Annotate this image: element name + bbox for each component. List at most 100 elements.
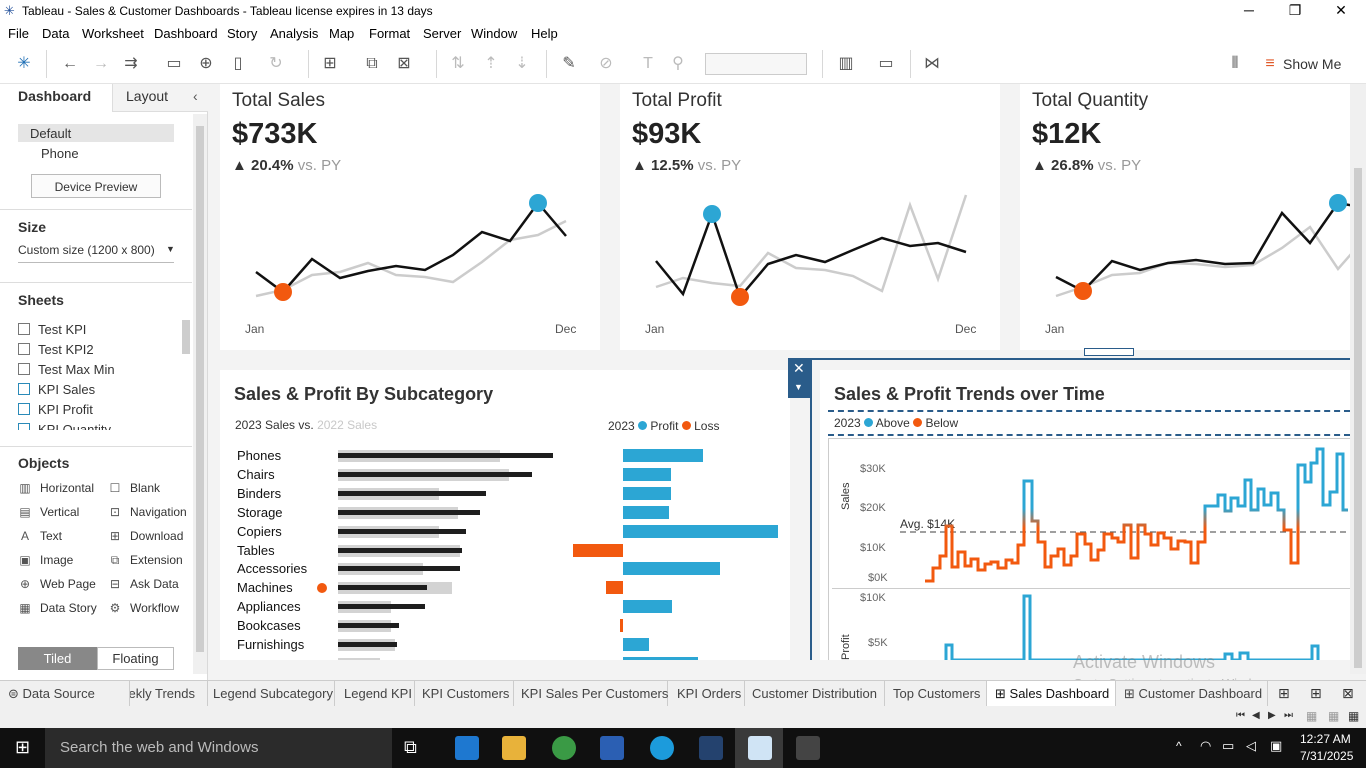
sheet-kpi-quantity[interactable]: KPI Quantity — [18, 422, 111, 430]
volume-icon[interactable]: ◁ — [1246, 738, 1256, 754]
tab-top-customers[interactable]: Top Customers — [885, 681, 987, 706]
object-navigation[interactable]: ⊡ Navigation — [108, 505, 187, 519]
tab-customer-dashboard[interactable]: ⊞ Customer Dashboard — [1116, 681, 1268, 706]
kpi-card-quantity[interactable]: Total Quantity $12K ▲ 26.8% vs. PY Jan — [1020, 84, 1350, 350]
duplicate-icon[interactable]: ⧉ — [362, 54, 382, 74]
battery-icon[interactable]: ▭ — [1222, 738, 1234, 754]
tab-legend-kpi[interactable]: Legend KPI — [335, 681, 415, 706]
subcategory-row[interactable]: Binders — [220, 486, 790, 504]
menu-data[interactable]: Data — [42, 26, 69, 41]
sales-2023-bar[interactable] — [338, 547, 462, 553]
menu-analysis[interactable]: Analysis — [270, 26, 318, 41]
subcategory-panel[interactable]: Sales & Profit By Subcategory 2023 Sales… — [220, 370, 790, 660]
highlight-icon[interactable]: ✎ — [559, 54, 579, 74]
object-text[interactable]: A Text — [18, 529, 62, 543]
sheet-sorter-icon[interactable]: ▦ — [1328, 709, 1339, 723]
windows-start-icon[interactable]: ⊞ — [15, 737, 30, 758]
object-download[interactable]: ⊞ Download — [108, 529, 183, 543]
fit-dropdown[interactable] — [705, 53, 807, 75]
profit-bar[interactable] — [623, 449, 703, 462]
show-me-icon[interactable]: ≡ — [1260, 54, 1280, 74]
loss-bar[interactable] — [620, 619, 623, 633]
min-marker[interactable] — [731, 288, 749, 306]
new-worksheet-icon[interactable]: ⊞ — [320, 54, 340, 74]
menu-worksheet[interactable]: Worksheet — [82, 26, 144, 41]
replay-icon[interactable]: ⇉ — [121, 54, 141, 74]
minimize-button[interactable]: ─ — [1226, 2, 1272, 18]
device-phone[interactable]: Phone — [41, 146, 79, 161]
sort-asc-icon[interactable]: ⇡ — [481, 54, 501, 74]
subcategory-row[interactable]: Phones — [220, 448, 790, 466]
profit-bar[interactable] — [623, 562, 720, 576]
menu-format[interactable]: Format — [369, 26, 410, 41]
new-worksheet-tab-icon[interactable]: ⊞ — [1278, 685, 1290, 702]
object-blank[interactable]: ☐ Blank — [108, 481, 160, 495]
task-view-icon[interactable]: ⧉ — [404, 737, 417, 758]
tab-kpi-customers[interactable]: KPI Customers — [415, 681, 514, 706]
floating-toggle[interactable]: Floating — [97, 647, 174, 670]
canvas-vertical-scrollbar[interactable] — [1350, 84, 1366, 674]
new-datasource-icon[interactable]: ⊕ — [196, 54, 216, 74]
menu-map[interactable]: Map — [329, 26, 354, 41]
share-icon[interactable]: ⋈ — [922, 54, 942, 74]
subcategory-row[interactable]: Machines — [220, 580, 790, 598]
tab-weekly-trends[interactable]: Weekly Trends — [130, 681, 208, 706]
redo-icon[interactable]: → — [91, 54, 111, 74]
profit-bar[interactable] — [623, 467, 671, 481]
tab-kpi-sales-per-customers[interactable]: KPI Sales Per Customers — [514, 681, 668, 706]
max-marker[interactable] — [529, 194, 547, 212]
object-image[interactable]: ▣ Image — [18, 553, 73, 567]
clock-date[interactable]: 7/31/2025 — [1300, 749, 1353, 763]
object-extension[interactable]: ⧉ Extension — [108, 553, 183, 568]
profit-bar[interactable] — [623, 600, 672, 614]
ask-data-toolbar-icon[interactable]: ⫴ — [1225, 54, 1245, 74]
clock-time[interactable]: 12:27 AM — [1300, 732, 1351, 746]
word-icon[interactable] — [600, 736, 624, 760]
loss-bar[interactable] — [573, 543, 623, 557]
sheet-test-kpi2[interactable]: Test KPI2 — [18, 342, 94, 357]
profit-bar[interactable] — [623, 486, 671, 500]
pin-icon[interactable]: ⚲ — [668, 54, 688, 74]
sales-2023-bar[interactable] — [338, 604, 425, 610]
container-handle[interactable]: ✕ ▼ — [788, 358, 810, 398]
tab-legend-subcategory[interactable]: Legend Subcategory — [208, 681, 335, 706]
sales-2023-bar[interactable] — [338, 566, 460, 572]
sales-2023-bar[interactable] — [338, 528, 466, 534]
menu-help[interactable]: Help — [531, 26, 558, 41]
subcategory-row[interactable]: Storage — [220, 505, 790, 523]
maximize-button[interactable]: ❐ — [1272, 2, 1318, 19]
profit-bar[interactable] — [623, 524, 778, 538]
presentation-icon[interactable]: ▭ — [876, 54, 896, 74]
size-chevron-down-icon[interactable]: ▼ — [166, 244, 175, 254]
object-web-page[interactable]: ⊕ Web Page — [18, 577, 96, 591]
new-dashboard-tab-icon[interactable]: ⊞ — [1310, 685, 1322, 702]
refresh-icon[interactable]: ↻ — [266, 54, 286, 74]
close-container-icon[interactable]: ✕ — [793, 360, 805, 377]
sales-2023-bar[interactable] — [338, 490, 486, 496]
min-marker[interactable] — [1074, 282, 1092, 300]
subcategory-row[interactable]: Chairs — [220, 467, 790, 485]
object-ask-data[interactable]: ⊟ Ask Data — [108, 577, 179, 591]
close-window-button[interactable]: ✕ — [1318, 2, 1364, 19]
max-marker[interactable] — [703, 205, 721, 223]
tab-kpi-orders[interactable]: KPI Orders — [668, 681, 745, 706]
terminal-icon[interactable] — [796, 736, 820, 760]
trends-panel[interactable]: Sales & Profit Trends over Time 2023 Abo… — [820, 370, 1350, 660]
tab-layout-panel[interactable]: Layout — [126, 88, 168, 104]
edge-legacy-icon[interactable] — [455, 736, 479, 760]
sales-2023-bar[interactable] — [338, 509, 480, 515]
profit-bar[interactable] — [623, 638, 649, 651]
sales-2023-bar[interactable] — [338, 585, 427, 591]
labels-icon[interactable]: T — [638, 54, 658, 74]
remote-app-icon[interactable] — [699, 736, 723, 760]
prev-sheet-icon[interactable]: ◀ — [1252, 710, 1260, 721]
first-sheet-icon[interactable]: ⏮ — [1236, 710, 1245, 721]
size-dropdown[interactable]: Custom size (1200 x 800) — [18, 243, 155, 257]
undo-icon[interactable]: ← — [60, 54, 80, 74]
new-story-tab-icon[interactable]: ⊠ — [1342, 685, 1354, 702]
menu-dashboard[interactable]: Dashboard — [154, 26, 218, 41]
subcategory-row[interactable]: Copiers — [220, 524, 790, 542]
sales-2023-bar[interactable] — [338, 453, 553, 458]
sales-2023-bar[interactable] — [338, 471, 532, 477]
wifi-icon[interactable]: ◠ — [1200, 738, 1211, 754]
